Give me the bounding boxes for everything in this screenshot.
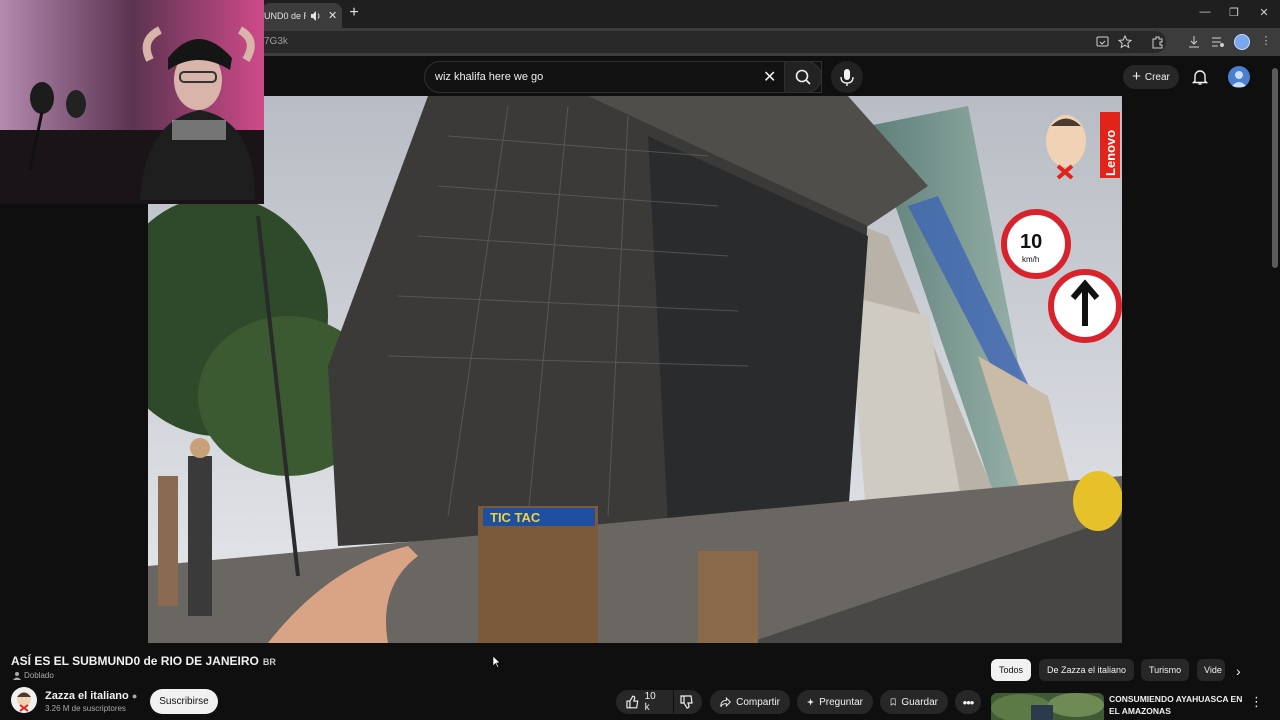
save-label: Guardar: [901, 696, 938, 708]
bookmark-icon: [890, 698, 896, 706]
plus-icon: +: [1132, 68, 1141, 85]
webcam-feed: [0, 0, 264, 204]
channel-name[interactable]: Zazza el italiano ●: [45, 690, 137, 702]
share-arrow-icon: [720, 696, 731, 708]
clear-search-icon[interactable]: ✕: [763, 67, 776, 87]
sponsor-logo-text: Lenovo: [1103, 130, 1118, 176]
video-player[interactable]: TIC TAC 10 km/h Lenovo: [148, 96, 1122, 643]
dubbed-label: Doblado: [24, 671, 54, 680]
media-control-icon[interactable]: [1210, 34, 1226, 50]
share-label: Compartir: [736, 696, 780, 708]
browser-menu-icon[interactable]: ⋮: [1258, 34, 1274, 47]
chip-tourism[interactable]: Turismo: [1141, 659, 1190, 681]
video-title: ASÍ ES EL SUBMUND0 de RIO DE JANEIRO BR: [11, 654, 276, 668]
more-horizontal-icon: •••: [962, 694, 975, 710]
recommended-video-thumbnail[interactable]: [991, 693, 1104, 720]
chip-videos[interactable]: Vide: [1197, 659, 1225, 681]
verified-check-icon: ●: [131, 691, 138, 701]
account-avatar[interactable]: [1228, 66, 1250, 88]
chip-all[interactable]: Todos: [991, 659, 1032, 681]
search-button[interactable]: [784, 61, 822, 93]
speaker-icon[interactable]: [310, 10, 322, 22]
page-scrollbar[interactable]: [1272, 68, 1278, 268]
speed-sign-number: 10: [1020, 231, 1042, 253]
browser-tab-active[interactable]: UND0 de RI ✕: [262, 3, 342, 28]
channel-avatar[interactable]: [11, 687, 37, 713]
notifications-bell-icon[interactable]: [1191, 68, 1209, 86]
thumbnail-image: [991, 693, 1104, 720]
ask-button[interactable]: Preguntar: [797, 690, 873, 714]
microphone-icon: [840, 69, 854, 86]
recommended-more-icon[interactable]: ⋮: [1250, 694, 1263, 710]
search-icon: [795, 69, 811, 85]
user-silhouette-icon: [1231, 71, 1247, 87]
ask-label: Preguntar: [819, 696, 863, 708]
channel-logo-icon: [17, 692, 31, 712]
address-text: 7G3k: [264, 36, 288, 47]
title-badge: BR: [262, 657, 276, 667]
minimize-icon[interactable]: —: [1197, 6, 1213, 18]
channel-name-text: Zazza el italiano: [45, 690, 129, 702]
sparkle-icon: [807, 698, 815, 706]
webcam-overlay: [0, 0, 264, 204]
dislike-button[interactable]: [674, 690, 702, 714]
create-button[interactable]: + Crear: [1123, 65, 1179, 89]
video-title-text: ASÍ ES EL SUBMUND0 de RIO DE JANEIRO: [11, 654, 259, 668]
video-frame: TIC TAC 10 km/h Lenovo: [148, 96, 1122, 643]
create-label: Crear: [1144, 71, 1170, 83]
save-button[interactable]: Guardar: [880, 690, 948, 714]
dubbed-person-icon: [13, 672, 21, 680]
chip-from-channel[interactable]: De Zazza el italiano: [1039, 659, 1135, 681]
search-query: wiz khalifa here we go: [435, 71, 544, 83]
subscribe-button[interactable]: Suscribirse: [150, 689, 218, 714]
bookmark-star-icon[interactable]: [1117, 34, 1133, 50]
download-icon[interactable]: [1186, 34, 1202, 50]
cast-icon[interactable]: [1095, 34, 1111, 50]
thumbs-up-icon: [626, 695, 639, 709]
shop-sign-text: TIC TAC: [490, 510, 541, 525]
address-bar[interactable]: 7G3k: [256, 31, 1166, 53]
recommended-video-title[interactable]: CONSUMIENDO AYAHUASCA EN EL AMAZONAS: [1109, 693, 1249, 717]
subscriber-count: 3.26 M de suscriptores: [45, 704, 126, 713]
extensions-icon[interactable]: [1150, 34, 1166, 50]
restore-icon[interactable]: ❐: [1226, 6, 1242, 19]
like-button[interactable]: 10 k: [616, 690, 673, 714]
share-button[interactable]: Compartir: [710, 690, 790, 714]
dubbed-indicator: Doblado: [13, 671, 54, 680]
more-actions-button[interactable]: •••: [955, 690, 981, 714]
browser-profile-avatar[interactable]: [1234, 34, 1250, 50]
tab-title: UND0 de RI: [264, 10, 306, 21]
speed-sign-unit: km/h: [1022, 255, 1039, 264]
mouse-cursor-icon: [493, 656, 501, 668]
like-count: 10 k: [644, 691, 656, 713]
chips-next-chevron-icon[interactable]: ›: [1236, 663, 1241, 679]
new-tab-icon[interactable]: +: [345, 4, 363, 22]
tab-close-icon[interactable]: ✕: [328, 9, 337, 22]
window-close-icon[interactable]: ✕: [1256, 6, 1272, 19]
voice-search-button[interactable]: [831, 61, 863, 93]
thumbs-down-icon: [680, 695, 693, 709]
search-input[interactable]: wiz khalifa here we go ✕: [424, 61, 822, 93]
